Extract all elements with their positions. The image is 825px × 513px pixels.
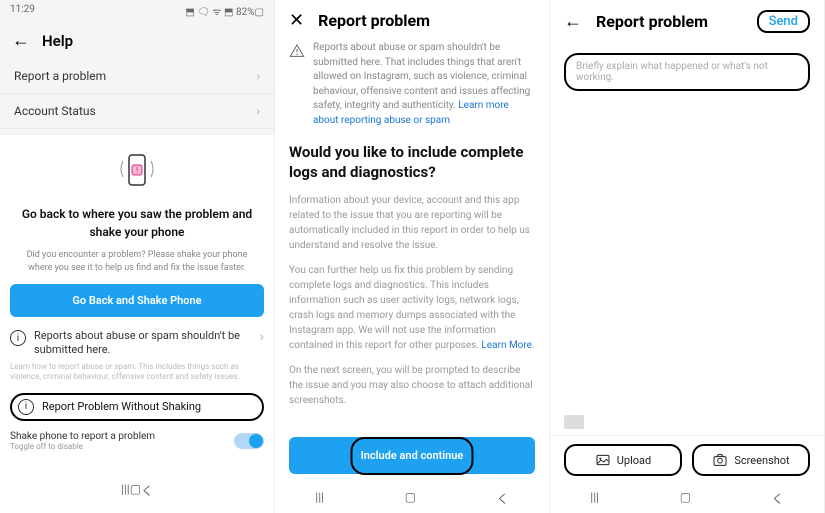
diagnostics-para3: On the next screen, you will be prompted… xyxy=(289,363,535,408)
back-icon[interactable]: ← xyxy=(12,30,30,51)
nav-back-icon[interactable]: く xyxy=(141,482,153,499)
toggle-sublabel: Toggle off to disable xyxy=(10,442,155,451)
attachment-row: Upload Screenshot xyxy=(550,435,824,484)
page-title: Report problem xyxy=(318,11,430,30)
shake-heading: Go back to where you saw the problem and… xyxy=(10,205,264,241)
menu-report-problem[interactable]: Report a problem › xyxy=(0,59,274,94)
header: ← Help xyxy=(0,22,274,59)
screen-explain: ← Report problem Send Briefly explain wh… xyxy=(550,0,825,513)
nav-home-icon[interactable]: ▢ xyxy=(130,482,141,499)
abuse-info-desc: Learn how to report abuse or spam. This … xyxy=(10,362,264,383)
svg-text:!: ! xyxy=(136,166,138,175)
upload-button[interactable]: Upload xyxy=(564,444,682,476)
abuse-info-row[interactable]: i Reports about abuse or spam shouldn't … xyxy=(10,329,264,358)
warning-icon xyxy=(289,43,305,59)
learn-more-link[interactable]: Learn More xyxy=(481,340,532,351)
image-icon xyxy=(595,452,611,468)
chevron-right-icon: › xyxy=(260,329,264,345)
warning-text: Reports about abuse or spam shouldn't be… xyxy=(313,41,535,128)
include-continue-button[interactable]: Include and continue Include and continu… xyxy=(289,437,535,474)
camera-icon xyxy=(712,452,728,468)
toggle-label: Shake phone to report a problem xyxy=(10,431,155,442)
content: Reports about abuse or spam shouldn't be… xyxy=(275,41,549,427)
shake-toggle[interactable] xyxy=(234,433,264,449)
header: ← Report problem Send xyxy=(550,0,824,43)
close-icon[interactable]: ✕ xyxy=(289,10,304,31)
menu-account-status[interactable]: Account Status › xyxy=(0,94,274,129)
info-icon: i xyxy=(18,399,34,415)
nav-home-icon[interactable]: ▢ xyxy=(405,490,416,507)
status-time: 11:29 xyxy=(10,4,35,18)
page-title: Report problem xyxy=(596,12,743,31)
android-navbar: ||| ▢ く xyxy=(121,476,153,505)
abuse-warning: Reports about abuse or spam shouldn't be… xyxy=(289,41,535,128)
content: ! Go back to where you saw the problem a… xyxy=(0,135,274,513)
status-right: ⬒ 🗨 ᯤ ⬒ 82%▢ xyxy=(185,4,264,18)
nav-home-icon[interactable]: ▢ xyxy=(680,490,691,507)
diagnostics-para2: You can further help us fix this problem… xyxy=(289,263,535,353)
menu-label: Account Status xyxy=(14,104,96,118)
shake-toggle-row: Shake phone to report a problem Toggle o… xyxy=(10,431,264,451)
report-without-label: Report Problem Without Shaking xyxy=(42,400,201,413)
explain-input[interactable]: Briefly explain what happened or what's … xyxy=(564,53,810,91)
android-navbar: ||| ▢ く xyxy=(550,484,824,513)
content: Briefly explain what happened or what's … xyxy=(550,43,824,415)
diagnostics-heading: Would you like to include complete logs … xyxy=(289,142,535,183)
attachment-thumbnail[interactable] xyxy=(564,415,584,429)
page-title: Help xyxy=(42,32,73,50)
nav-back-icon[interactable]: く xyxy=(772,490,784,507)
diagnostics-para1: Information about your device, account a… xyxy=(289,193,535,253)
button-wrap: Include and continue Include and continu… xyxy=(275,427,549,484)
android-navbar: ||| ▢ く xyxy=(275,484,549,513)
nav-back-icon[interactable]: く xyxy=(497,490,509,507)
screen-help: 11:29 ⬒ 🗨 ᯤ ⬒ 82%▢ ← Help Report a probl… xyxy=(0,0,275,513)
menu-label: Report a problem xyxy=(14,69,106,83)
chevron-right-icon: › xyxy=(256,104,260,118)
back-icon[interactable]: ← xyxy=(564,11,582,32)
shake-subtext: Did you encounter a problem? Please shak… xyxy=(10,249,264,274)
nav-recent-icon[interactable]: ||| xyxy=(590,490,599,507)
chevron-right-icon: › xyxy=(256,69,260,83)
header: ✕ Report problem xyxy=(275,0,549,41)
go-back-shake-button[interactable]: Go Back and Shake Phone xyxy=(10,284,264,317)
shake-phone-illustration: ! xyxy=(113,147,161,195)
abuse-info-text: Reports about abuse or spam shouldn't be… xyxy=(34,329,252,358)
screen-diagnostics: ✕ Report problem Reports about abuse or … xyxy=(275,0,550,513)
info-icon: i xyxy=(10,330,26,346)
report-without-shaking-button[interactable]: i Report Problem Without Shaking xyxy=(10,393,264,421)
nav-recent-icon[interactable]: ||| xyxy=(121,482,130,499)
status-bar: 11:29 ⬒ 🗨 ᯤ ⬒ 82%▢ xyxy=(0,0,274,22)
nav-recent-icon[interactable]: ||| xyxy=(315,490,324,507)
screenshot-button[interactable]: Screenshot xyxy=(692,444,810,476)
send-button[interactable]: Send xyxy=(757,10,810,33)
